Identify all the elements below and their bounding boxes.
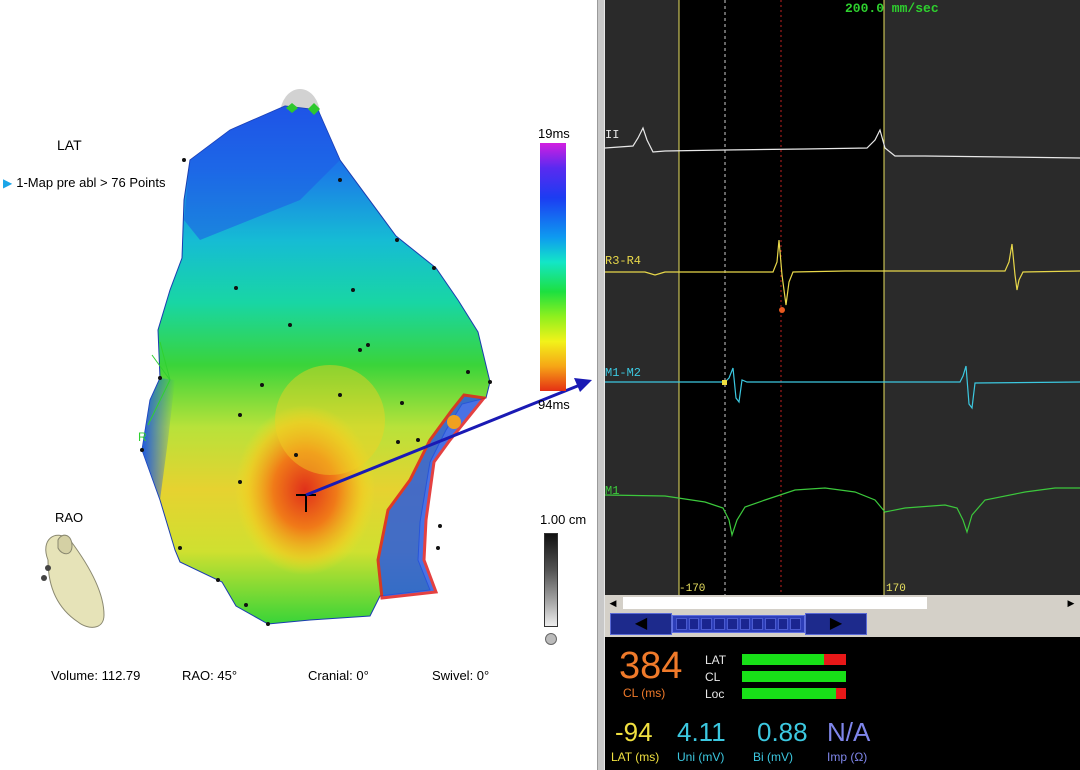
scrollbar-thumb[interactable] xyxy=(623,597,927,609)
cl-bar-label: CL xyxy=(705,670,721,684)
yellow-region xyxy=(275,365,385,475)
map-entry-label: 1-Map pre abl > 76 Points xyxy=(16,175,166,190)
map-list-item[interactable]: ▶ 1-Map pre abl > 76 Points xyxy=(3,175,165,190)
bi-readout-value: 0.88 xyxy=(757,717,808,747)
lat-readout-label: LAT (ms) xyxy=(611,750,660,764)
cl-value: 384 xyxy=(619,645,683,687)
swivel-angle-readout: Swivel: 0° xyxy=(432,668,490,683)
catheter-tip xyxy=(447,415,461,429)
lat-readout-value: -94 xyxy=(615,717,653,747)
lat-annotation-marker xyxy=(722,380,727,385)
colorbar-min-label: 94ms xyxy=(538,397,570,412)
panel-splitter[interactable] xyxy=(597,0,605,770)
previous-beat-button[interactable]: ◀ xyxy=(610,613,672,635)
beat-cell[interactable] xyxy=(764,618,776,630)
rao-angle-readout: RAO: 45° xyxy=(182,668,238,683)
point-info-panel: 384 CL (ms) LAT CL Loc -94 LAT (ms) 4.11… xyxy=(605,637,1080,770)
imp-readout-value: N/A xyxy=(827,717,871,747)
timeline-scrollbar[interactable]: ◀ ▶ xyxy=(605,595,1080,611)
channel-label-m1-m2[interactable]: M1-M2 xyxy=(605,366,641,380)
scroll-left-arrow-icon[interactable]: ◀ xyxy=(607,597,619,609)
lat-map-canvas[interactable] xyxy=(0,0,597,770)
cranial-angle-readout: Cranial: 0° xyxy=(308,668,369,683)
beat-cell[interactable] xyxy=(676,618,687,630)
cl-label: CL (ms) xyxy=(623,686,666,700)
ecg-traces xyxy=(605,0,1080,595)
orientation-marker-label: R xyxy=(138,430,147,444)
view-orientation-label: RAO xyxy=(55,510,84,525)
cl-quality-bar xyxy=(742,671,846,682)
outside-window-left xyxy=(605,0,679,595)
lat-colorbar xyxy=(540,143,566,391)
beat-cell[interactable] xyxy=(777,618,789,630)
next-beat-button[interactable]: ▶ xyxy=(805,613,867,635)
window-left-label: -170 xyxy=(679,583,706,595)
lat-bar-deficit xyxy=(824,654,846,665)
sweep-speed-label: 200.0 mm/sec xyxy=(845,1,939,16)
window-right-label: 170 xyxy=(886,583,906,595)
scroll-right-arrow-icon[interactable]: ▶ xyxy=(1065,597,1077,609)
loc-bar-deficit xyxy=(836,688,846,699)
beat-navigation-bar: ◀ ▶ xyxy=(605,611,1080,637)
bi-readout-label: Bi (mV) xyxy=(753,750,793,764)
beat-cell[interactable] xyxy=(752,618,763,630)
channel-label-ii[interactable]: II xyxy=(605,128,619,142)
loc-bar-label: Loc xyxy=(705,687,725,701)
beat-cell[interactable] xyxy=(739,618,751,630)
beat-cell[interactable] xyxy=(790,618,802,630)
beat-cell[interactable] xyxy=(714,618,725,630)
expand-triangle-icon[interactable]: ▶ xyxy=(3,176,12,190)
ruler-label: 1.00 cm xyxy=(540,512,587,527)
beat-track[interactable] xyxy=(672,615,805,633)
map-viewport[interactable]: LAT ▶ 1-Map pre abl > 76 Points 19ms 94ms… xyxy=(0,0,597,770)
beat-cell[interactable] xyxy=(688,618,700,630)
channel-label-r3-r4[interactable]: R3-R4 xyxy=(605,254,641,268)
imp-readout-label: Imp (Ω) xyxy=(827,750,868,764)
lat-bar-label: LAT xyxy=(705,653,727,667)
scale-ruler[interactable] xyxy=(544,533,558,627)
map-measure-title: LAT xyxy=(57,137,82,153)
lat-quality-bar xyxy=(742,654,846,665)
channel-label-m1[interactable]: M1 xyxy=(605,484,619,498)
loc-quality-bar xyxy=(742,688,846,699)
beat-cell[interactable] xyxy=(701,618,713,630)
uni-readout-value: 4.11 xyxy=(677,717,726,747)
volume-readout: Volume: 112.79 xyxy=(51,668,141,683)
uni-readout-label: Uni (mV) xyxy=(677,750,725,764)
outside-window-right xyxy=(884,0,1080,595)
ruler-knob-icon[interactable] xyxy=(545,633,557,645)
heart-orientation-icon xyxy=(41,534,105,628)
beat-cell[interactable] xyxy=(726,618,738,630)
colorbar-max-label: 19ms xyxy=(538,126,570,141)
lat-annotation-dot xyxy=(779,307,785,313)
